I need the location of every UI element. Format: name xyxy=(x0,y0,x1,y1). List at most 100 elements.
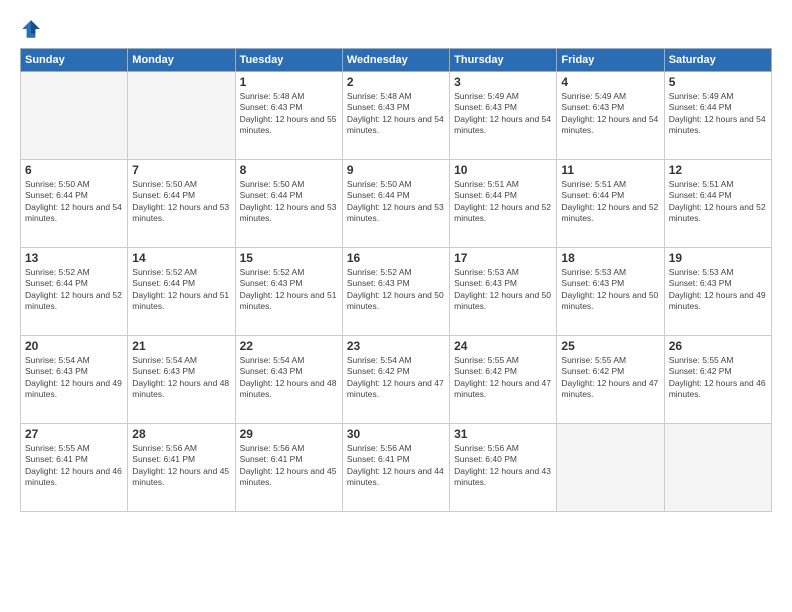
calendar-cell: 4 Sunrise: 5:49 AM Sunset: 6:43 PM Daylig… xyxy=(557,72,664,160)
logo xyxy=(20,18,46,40)
day-number: 8 xyxy=(240,163,338,177)
day-number: 5 xyxy=(669,75,767,89)
calendar-week-0: 1 Sunrise: 5:48 AM Sunset: 6:43 PM Daylig… xyxy=(21,72,772,160)
day-number: 31 xyxy=(454,427,552,441)
calendar-header-tuesday: Tuesday xyxy=(235,49,342,72)
day-number: 20 xyxy=(25,339,123,353)
day-number: 26 xyxy=(669,339,767,353)
day-info: Sunrise: 5:48 AM Sunset: 6:43 PM Dayligh… xyxy=(347,91,445,137)
day-number: 6 xyxy=(25,163,123,177)
day-info: Sunrise: 5:49 AM Sunset: 6:44 PM Dayligh… xyxy=(669,91,767,137)
day-number: 17 xyxy=(454,251,552,265)
day-info: Sunrise: 5:54 AM Sunset: 6:42 PM Dayligh… xyxy=(347,355,445,401)
calendar-cell: 1 Sunrise: 5:48 AM Sunset: 6:43 PM Daylig… xyxy=(235,72,342,160)
day-info: Sunrise: 5:51 AM Sunset: 6:44 PM Dayligh… xyxy=(669,179,767,225)
calendar-header-wednesday: Wednesday xyxy=(342,49,449,72)
day-info: Sunrise: 5:51 AM Sunset: 6:44 PM Dayligh… xyxy=(561,179,659,225)
day-number: 22 xyxy=(240,339,338,353)
day-info: Sunrise: 5:55 AM Sunset: 6:42 PM Dayligh… xyxy=(454,355,552,401)
day-number: 28 xyxy=(132,427,230,441)
day-info: Sunrise: 5:56 AM Sunset: 6:41 PM Dayligh… xyxy=(132,443,230,489)
calendar-cell: 11 Sunrise: 5:51 AM Sunset: 6:44 PM Dayli… xyxy=(557,160,664,248)
calendar-cell: 29Sunrise: 5:56 AM Sunset: 6:41 PM Dayli… xyxy=(235,424,342,512)
day-info: Sunrise: 5:49 AM Sunset: 6:43 PM Dayligh… xyxy=(561,91,659,137)
day-info: Sunrise: 5:55 AM Sunset: 6:42 PM Dayligh… xyxy=(561,355,659,401)
day-number: 2 xyxy=(347,75,445,89)
calendar-week-4: 27 Sunrise: 5:55 AM Sunset: 6:41 PM Dayli… xyxy=(21,424,772,512)
calendar-cell: 26 Sunrise: 5:55 AM Sunset: 6:42 PM Dayli… xyxy=(664,336,771,424)
day-info: Sunrise: 5:55 AM Sunset: 6:42 PM Dayligh… xyxy=(669,355,767,401)
calendar-week-2: 13 Sunrise: 5:52 AM Sunset: 6:44 PM Dayli… xyxy=(21,248,772,336)
calendar-cell: 23 Sunrise: 5:54 AM Sunset: 6:42 PM Dayli… xyxy=(342,336,449,424)
calendar-header-saturday: Saturday xyxy=(664,49,771,72)
day-info: Sunrise: 5:52 AM Sunset: 6:43 PM Dayligh… xyxy=(347,267,445,313)
day-info: Sunrise: 5:50 AM Sunset: 6:44 PM Dayligh… xyxy=(25,179,123,225)
calendar: SundayMondayTuesdayWednesdayThursdayFrid… xyxy=(20,48,772,512)
calendar-cell: 21 Sunrise: 5:54 AM Sunset: 6:43 PM Dayli… xyxy=(128,336,235,424)
calendar-header-friday: Friday xyxy=(557,49,664,72)
day-info: Sunrise: 5:54 AM Sunset: 6:43 PM Dayligh… xyxy=(25,355,123,401)
calendar-cell: 31 Sunrise: 5:56 AM Sunset: 6:40 PM Dayli… xyxy=(450,424,557,512)
day-number: 12 xyxy=(669,163,767,177)
calendar-cell: 14Sunrise: 5:52 AM Sunset: 6:44 PM Dayli… xyxy=(128,248,235,336)
calendar-cell: 27 Sunrise: 5:55 AM Sunset: 6:41 PM Dayli… xyxy=(21,424,128,512)
day-number: 15 xyxy=(240,251,338,265)
calendar-cell: 30 Sunrise: 5:56 AM Sunset: 6:41 PM Dayli… xyxy=(342,424,449,512)
calendar-cell: 8Sunrise: 5:50 AM Sunset: 6:44 PM Daylig… xyxy=(235,160,342,248)
calendar-cell: 2 Sunrise: 5:48 AM Sunset: 6:43 PM Daylig… xyxy=(342,72,449,160)
day-info: Sunrise: 5:52 AM Sunset: 6:44 PM Dayligh… xyxy=(132,267,230,313)
calendar-cell: 28 Sunrise: 5:56 AM Sunset: 6:41 PM Dayli… xyxy=(128,424,235,512)
calendar-cell: 20 Sunrise: 5:54 AM Sunset: 6:43 PM Dayli… xyxy=(21,336,128,424)
calendar-cell xyxy=(128,72,235,160)
calendar-cell: 15 Sunrise: 5:52 AM Sunset: 6:43 PM Dayli… xyxy=(235,248,342,336)
calendar-week-3: 20 Sunrise: 5:54 AM Sunset: 6:43 PM Dayli… xyxy=(21,336,772,424)
day-info: Sunrise: 5:56 AM Sunset: 6:40 PM Dayligh… xyxy=(454,443,552,489)
day-number: 11 xyxy=(561,163,659,177)
calendar-cell: 25Sunrise: 5:55 AM Sunset: 6:42 PM Dayli… xyxy=(557,336,664,424)
day-number: 16 xyxy=(347,251,445,265)
calendar-header-thursday: Thursday xyxy=(450,49,557,72)
day-number: 9 xyxy=(347,163,445,177)
day-number: 30 xyxy=(347,427,445,441)
day-info: Sunrise: 5:50 AM Sunset: 6:44 PM Dayligh… xyxy=(132,179,230,225)
day-info: Sunrise: 5:52 AM Sunset: 6:44 PM Dayligh… xyxy=(25,267,123,313)
day-number: 13 xyxy=(25,251,123,265)
calendar-week-1: 6 Sunrise: 5:50 AM Sunset: 6:44 PM Daylig… xyxy=(21,160,772,248)
day-info: Sunrise: 5:55 AM Sunset: 6:41 PM Dayligh… xyxy=(25,443,123,489)
calendar-cell: 17Sunrise: 5:53 AM Sunset: 6:43 PM Dayli… xyxy=(450,248,557,336)
day-number: 27 xyxy=(25,427,123,441)
calendar-cell xyxy=(21,72,128,160)
calendar-cell: 7 Sunrise: 5:50 AM Sunset: 6:44 PM Daylig… xyxy=(128,160,235,248)
calendar-cell: 18Sunrise: 5:53 AM Sunset: 6:43 PM Dayli… xyxy=(557,248,664,336)
calendar-header-row: SundayMondayTuesdayWednesdayThursdayFrid… xyxy=(21,49,772,72)
day-info: Sunrise: 5:52 AM Sunset: 6:43 PM Dayligh… xyxy=(240,267,338,313)
day-number: 7 xyxy=(132,163,230,177)
calendar-cell: 10 Sunrise: 5:51 AM Sunset: 6:44 PM Dayli… xyxy=(450,160,557,248)
logo-icon xyxy=(20,18,42,40)
day-number: 19 xyxy=(669,251,767,265)
header xyxy=(20,18,772,40)
calendar-cell: 3 Sunrise: 5:49 AM Sunset: 6:43 PM Daylig… xyxy=(450,72,557,160)
calendar-cell: 19Sunrise: 5:53 AM Sunset: 6:43 PM Dayli… xyxy=(664,248,771,336)
calendar-cell xyxy=(557,424,664,512)
day-info: Sunrise: 5:54 AM Sunset: 6:43 PM Dayligh… xyxy=(240,355,338,401)
day-number: 18 xyxy=(561,251,659,265)
calendar-cell: 6 Sunrise: 5:50 AM Sunset: 6:44 PM Daylig… xyxy=(21,160,128,248)
day-number: 29 xyxy=(240,427,338,441)
calendar-cell: 5 Sunrise: 5:49 AM Sunset: 6:44 PM Daylig… xyxy=(664,72,771,160)
day-info: Sunrise: 5:48 AM Sunset: 6:43 PM Dayligh… xyxy=(240,91,338,137)
day-number: 1 xyxy=(240,75,338,89)
day-number: 24 xyxy=(454,339,552,353)
day-info: Sunrise: 5:54 AM Sunset: 6:43 PM Dayligh… xyxy=(132,355,230,401)
calendar-cell: 16 Sunrise: 5:52 AM Sunset: 6:43 PM Dayli… xyxy=(342,248,449,336)
day-number: 3 xyxy=(454,75,552,89)
day-info: Sunrise: 5:56 AM Sunset: 6:41 PM Dayligh… xyxy=(347,443,445,489)
day-info: Sunrise: 5:51 AM Sunset: 6:44 PM Dayligh… xyxy=(454,179,552,225)
day-info: Sunrise: 5:49 AM Sunset: 6:43 PM Dayligh… xyxy=(454,91,552,137)
day-number: 21 xyxy=(132,339,230,353)
page: SundayMondayTuesdayWednesdayThursdayFrid… xyxy=(0,0,792,612)
calendar-cell: 12 Sunrise: 5:51 AM Sunset: 6:44 PM Dayli… xyxy=(664,160,771,248)
day-number: 4 xyxy=(561,75,659,89)
day-number: 10 xyxy=(454,163,552,177)
day-number: 23 xyxy=(347,339,445,353)
